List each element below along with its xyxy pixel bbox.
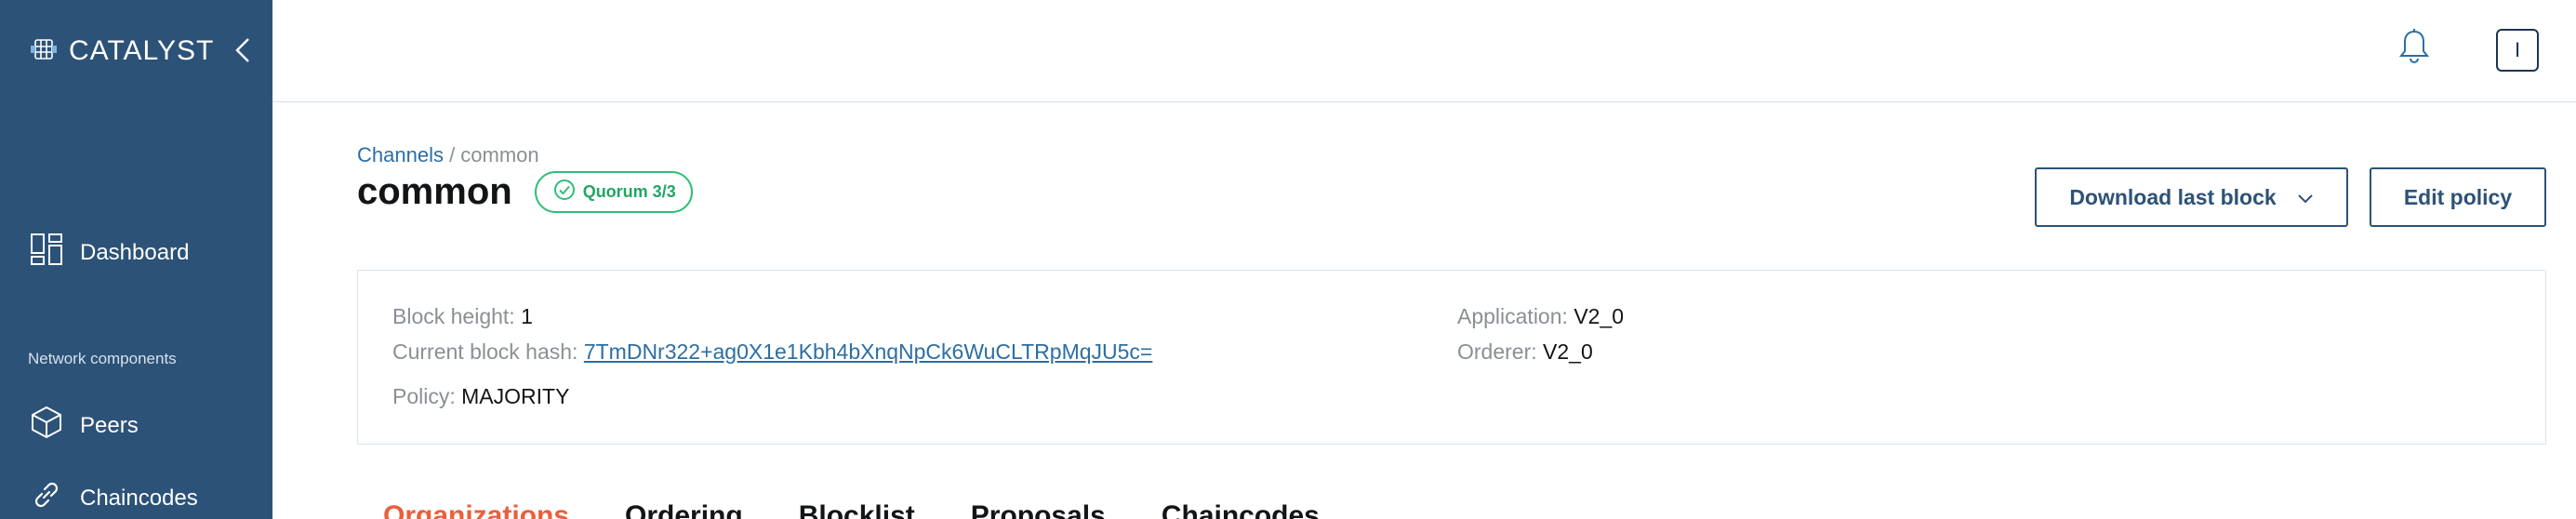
sidebar-item-dashboard[interactable]: Dashboard xyxy=(30,233,189,273)
breadcrumb-current: common xyxy=(460,143,539,166)
orderer-row: Orderer: V2_0 xyxy=(1457,339,1593,365)
check-circle-icon xyxy=(553,179,576,206)
link-icon xyxy=(30,478,63,518)
catalyst-logo-icon xyxy=(30,37,58,66)
application-value: V2_0 xyxy=(1573,304,1625,328)
nav-section-label: Network components xyxy=(28,350,177,367)
orderer-value: V2_0 xyxy=(1543,339,1593,364)
channel-info-card: Block height: 1 Current block hash: 7TmD… xyxy=(357,270,2546,445)
channel-tabs: Organizations Ordering Blocklist Proposa… xyxy=(383,500,1320,519)
application-label: Application: xyxy=(1457,304,1568,328)
sidebar-item-chaincodes[interactable]: Chaincodes xyxy=(30,478,198,518)
block-height-row: Block height: 1 xyxy=(392,304,533,329)
sidebar: CATALYST Dashboard Network components Pe… xyxy=(0,0,272,519)
tab-blocklist[interactable]: Blocklist xyxy=(799,500,915,519)
policy-label: Policy: xyxy=(392,384,456,408)
breadcrumb-separator: / xyxy=(443,143,461,166)
edit-policy-button[interactable]: Edit policy xyxy=(2370,167,2546,227)
download-last-block-label: Download last block xyxy=(2069,184,2277,209)
bell-icon xyxy=(2398,28,2430,70)
sidebar-item-label: Dashboard xyxy=(80,239,190,265)
tab-chaincodes[interactable]: Chaincodes xyxy=(1162,500,1320,519)
tab-proposals[interactable]: Proposals xyxy=(971,500,1106,519)
sidebar-item-label: Peers xyxy=(80,412,139,438)
top-bar: I xyxy=(272,0,2576,102)
cube-icon xyxy=(30,406,63,446)
tab-ordering[interactable]: Ordering xyxy=(625,500,743,519)
logo-text: CATALYST xyxy=(69,35,215,66)
chevron-left-icon xyxy=(234,36,251,69)
current-hash-row: Current block hash: 7TmDNr322+ag0X1e1Kbh… xyxy=(392,339,1152,365)
block-height-value: 1 xyxy=(521,304,533,328)
policy-value: MAJORITY xyxy=(461,384,570,408)
sidebar-item-peers[interactable]: Peers xyxy=(30,406,139,446)
chevron-down-icon xyxy=(2297,185,2314,210)
current-hash-label: Current block hash: xyxy=(392,339,578,364)
download-last-block-button[interactable]: Download last block xyxy=(2035,167,2348,227)
dashboard-icon xyxy=(30,233,63,273)
application-row: Application: V2_0 xyxy=(1457,304,1624,329)
tab-organizations[interactable]: Organizations xyxy=(383,500,569,519)
sidebar-item-label: Chaincodes xyxy=(80,485,198,511)
orderer-label: Orderer: xyxy=(1457,339,1537,364)
current-hash-link[interactable]: 7TmDNr322+ag0X1e1Kbh4bXnqNpCk6WuCLTRpMqJ… xyxy=(584,339,1153,364)
status-badge-label: Quorum 3/3 xyxy=(582,182,676,201)
breadcrumb: Channels / common xyxy=(357,143,539,167)
policy-row: Policy: MAJORITY xyxy=(392,384,569,409)
collapse-sidebar-button[interactable] xyxy=(231,35,255,69)
logo[interactable]: CATALYST xyxy=(30,35,214,67)
breadcrumb-link-channels[interactable]: Channels xyxy=(357,143,444,166)
page-title: common xyxy=(357,171,512,212)
status-badge: Quorum 3/3 xyxy=(534,171,693,213)
user-avatar-button[interactable]: I xyxy=(2496,29,2539,72)
block-height-label: Block height: xyxy=(392,304,515,328)
title-row: common Quorum 3/3 xyxy=(357,171,693,213)
notifications-button[interactable] xyxy=(2394,28,2435,69)
